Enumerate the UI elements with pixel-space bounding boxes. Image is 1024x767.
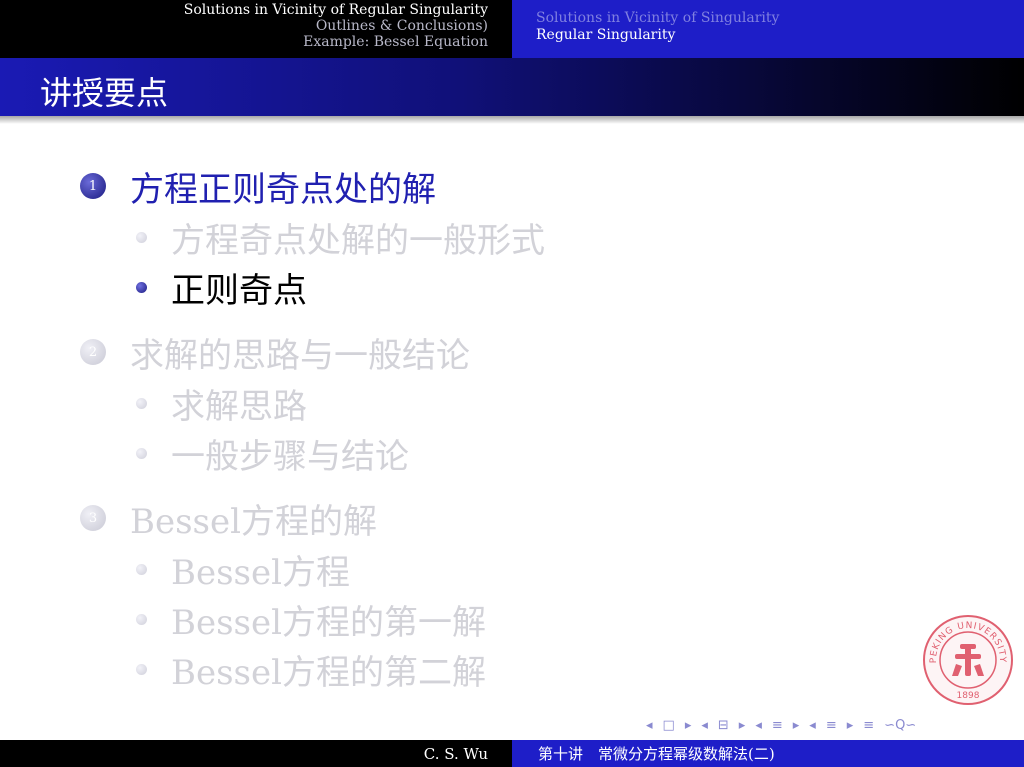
bullet-icon <box>136 663 147 675</box>
bullet-icon <box>136 397 147 409</box>
outline-list: 1 方程正则奇点处的解 方程奇点处解的一般形式 正则奇点 2 求解的思路与一般结… <box>80 160 940 694</box>
bullet-icon <box>136 281 147 293</box>
prev-part-arrow-icon[interactable]: ◂ <box>809 718 816 733</box>
outline-item[interactable]: 一般步骤与结论 <box>80 428 940 478</box>
outline-item[interactable]: Bessel方程的第二解 <box>80 644 940 694</box>
search-icon[interactable]: ∽Q∽ <box>884 718 916 733</box>
header-bar: Solutions in Vicinity of Regular Singula… <box>0 0 1024 58</box>
toc-icon[interactable]: ≡ <box>863 718 874 733</box>
nav-section-outlines[interactable]: Outlines & Conclusions) <box>316 18 488 34</box>
next-part-arrow-icon[interactable]: ▸ <box>847 718 854 733</box>
footer-lecture-title: 第十讲 常微分方程幂级数解法(二) <box>512 740 1024 767</box>
outline-item[interactable]: Bessel方程 <box>80 544 940 594</box>
nav-section-bessel[interactable]: Example: Bessel Equation <box>303 34 488 50</box>
bullet-icon <box>136 447 147 459</box>
part-icon[interactable]: ≡ <box>826 718 837 733</box>
bullet-icon <box>136 613 147 625</box>
section-label: 方程正则奇点处的解 <box>130 169 436 210</box>
outline-item[interactable]: 方程奇点处解的一般形式 <box>80 212 940 262</box>
subsection-icon[interactable]: ⊟ <box>718 718 729 733</box>
outline-item[interactable]: 求解思路 <box>80 378 940 428</box>
frame-icon[interactable]: □ <box>663 718 675 733</box>
item-label: 求解思路 <box>171 386 307 427</box>
section-number-badge: 1 <box>80 173 106 199</box>
section-number-badge: 2 <box>80 339 106 365</box>
section-icon[interactable]: ≡ <box>772 718 783 733</box>
footer-author: C. S. Wu <box>0 740 512 767</box>
outline-section-2[interactable]: 2 求解的思路与一般结论 <box>80 326 940 378</box>
outline-item[interactable]: Bessel方程的第一解 <box>80 594 940 644</box>
prev-subsection-arrow-icon[interactable]: ◂ <box>701 718 708 733</box>
nav-subsection-regular-singularity[interactable]: Regular Singularity <box>536 27 1024 44</box>
title-shadow <box>0 116 1024 124</box>
bullet-icon <box>136 563 147 575</box>
section-label: Bessel方程的解 <box>130 501 377 542</box>
outline-section-1[interactable]: 1 方程正则奇点处的解 <box>80 160 940 212</box>
item-label: 方程奇点处解的一般形式 <box>171 220 545 261</box>
outline-item-current[interactable]: 正则奇点 <box>80 262 940 312</box>
slide-title: 讲授要点 <box>40 74 169 112</box>
header-subsection-nav: Solutions in Vicinity of Singularity Reg… <box>512 0 1024 58</box>
footer-bar: C. S. Wu 第十讲 常微分方程幂级数解法(二) <box>0 740 1024 767</box>
bullet-icon <box>136 231 147 243</box>
nav-section-regular-singularity[interactable]: Solutions in Vicinity of Regular Singula… <box>184 2 488 18</box>
prev-slide-arrow-icon[interactable]: ◂ <box>646 718 653 733</box>
prev-section-arrow-icon[interactable]: ◂ <box>755 718 762 733</box>
university-seal-icon: PEKING UNIVERSITY 1898 <box>922 614 1014 706</box>
item-label: 正则奇点 <box>171 270 307 311</box>
svg-text:1898: 1898 <box>957 691 980 701</box>
beamer-navigation-bar: ◂ □ ▸ ◂ ⊟ ▸ ◂ ≡ ▸ ◂ ≡ ▸ ≡ ∽Q∽ <box>646 716 916 734</box>
item-label: Bessel方程的第二解 <box>171 652 486 693</box>
item-label: 一般步骤与结论 <box>171 436 409 477</box>
slide-title-bar: 讲授要点 <box>0 58 1024 116</box>
next-slide-arrow-icon[interactable]: ▸ <box>685 718 692 733</box>
item-label: Bessel方程的第一解 <box>171 602 486 643</box>
header-section-nav: Solutions in Vicinity of Regular Singula… <box>0 0 512 58</box>
section-label: 求解的思路与一般结论 <box>130 335 470 376</box>
item-label: Bessel方程 <box>171 552 350 593</box>
nav-subsection-singularity[interactable]: Solutions in Vicinity of Singularity <box>536 10 1024 27</box>
next-section-arrow-icon[interactable]: ▸ <box>793 718 800 733</box>
next-subsection-arrow-icon[interactable]: ▸ <box>739 718 746 733</box>
outline-section-3[interactable]: 3 Bessel方程的解 <box>80 492 940 544</box>
section-number-badge: 3 <box>80 505 106 531</box>
